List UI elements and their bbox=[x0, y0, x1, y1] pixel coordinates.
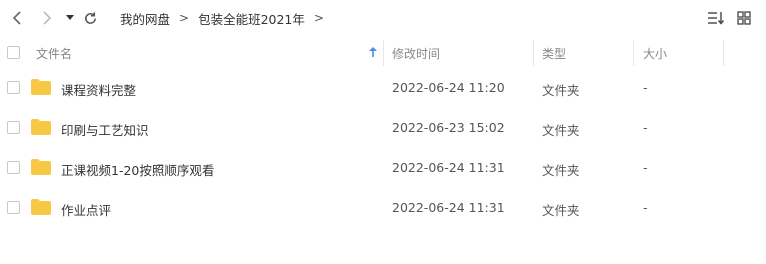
column-header-type[interactable]: 类型 bbox=[542, 45, 566, 62]
row-checkbox[interactable] bbox=[7, 161, 20, 174]
folder-icon bbox=[31, 159, 51, 175]
file-size: - bbox=[643, 80, 648, 95]
breadcrumb-separator: > bbox=[179, 11, 190, 25]
sort-up-arrow-icon[interactable] bbox=[369, 47, 377, 57]
file-modified: 2022-06-24 11:31 bbox=[392, 160, 505, 175]
file-type: 文件夹 bbox=[542, 163, 580, 178]
file-size: - bbox=[643, 120, 648, 135]
file-name[interactable]: 课程资料完整 bbox=[61, 80, 136, 99]
file-type: 文件夹 bbox=[542, 123, 580, 138]
refresh-icon bbox=[84, 11, 96, 24]
column-header-size[interactable]: 大小 bbox=[643, 45, 667, 62]
file-row[interactable]: 印刷与工艺知识 2022-06-23 15:02 文件夹 - bbox=[0, 108, 766, 148]
breadcrumb-item-current[interactable]: 包装全能班2021年 bbox=[198, 9, 305, 28]
toolbar: 我的网盘 > 包装全能班2021年 > bbox=[0, 0, 766, 36]
breadcrumb: 我的网盘 > 包装全能班2021年 > bbox=[120, 9, 333, 27]
breadcrumb-item-root[interactable]: 我的网盘 bbox=[120, 9, 170, 28]
refresh-button[interactable] bbox=[80, 8, 100, 28]
column-divider[interactable] bbox=[533, 40, 534, 66]
file-modified: 2022-06-24 11:20 bbox=[392, 80, 505, 95]
forward-button[interactable] bbox=[36, 8, 56, 28]
sort-list-icon bbox=[708, 12, 725, 25]
sort-order-button[interactable] bbox=[706, 9, 726, 27]
column-divider[interactable] bbox=[723, 40, 724, 66]
breadcrumb-separator: > bbox=[313, 11, 324, 25]
file-row[interactable]: 正课视频1-20按照顺序观看 2022-06-24 11:31 文件夹 - bbox=[0, 148, 766, 188]
column-divider[interactable] bbox=[633, 40, 634, 66]
file-name[interactable]: 印刷与工艺知识 bbox=[61, 120, 149, 139]
grid-view-icon bbox=[737, 11, 751, 25]
select-all-checkbox[interactable] bbox=[7, 46, 20, 59]
file-name[interactable]: 正课视频1-20按照顺序观看 bbox=[61, 160, 214, 179]
caret-down-icon bbox=[66, 15, 74, 20]
row-checkbox[interactable] bbox=[7, 81, 20, 94]
row-checkbox[interactable] bbox=[7, 121, 20, 134]
file-size: - bbox=[643, 200, 648, 215]
column-header-name[interactable]: 文件名 bbox=[36, 45, 72, 62]
file-modified: 2022-06-23 15:02 bbox=[392, 120, 505, 135]
file-row[interactable]: 课程资料完整 2022-06-24 11:20 文件夹 - bbox=[0, 68, 766, 108]
folder-icon bbox=[31, 199, 51, 215]
chevron-right-icon bbox=[43, 11, 52, 25]
file-size: - bbox=[643, 160, 648, 175]
file-row[interactable]: 作业点评 2022-06-24 11:31 文件夹 - bbox=[0, 188, 766, 228]
file-modified: 2022-06-24 11:31 bbox=[392, 200, 505, 215]
file-type: 文件夹 bbox=[542, 83, 580, 98]
grid-view-button[interactable] bbox=[734, 9, 754, 27]
chevron-left-icon bbox=[12, 11, 21, 25]
column-header-modified[interactable]: 修改时间 bbox=[392, 45, 440, 62]
back-button[interactable] bbox=[8, 8, 28, 28]
column-divider[interactable] bbox=[383, 40, 384, 66]
file-name[interactable]: 作业点评 bbox=[61, 200, 111, 219]
folder-icon bbox=[31, 79, 51, 95]
file-list-header: 文件名 修改时间 类型 大小 bbox=[0, 36, 766, 68]
row-checkbox[interactable] bbox=[7, 201, 20, 214]
file-type: 文件夹 bbox=[542, 203, 580, 218]
history-dropdown-button[interactable] bbox=[60, 8, 80, 28]
folder-icon bbox=[31, 119, 51, 135]
